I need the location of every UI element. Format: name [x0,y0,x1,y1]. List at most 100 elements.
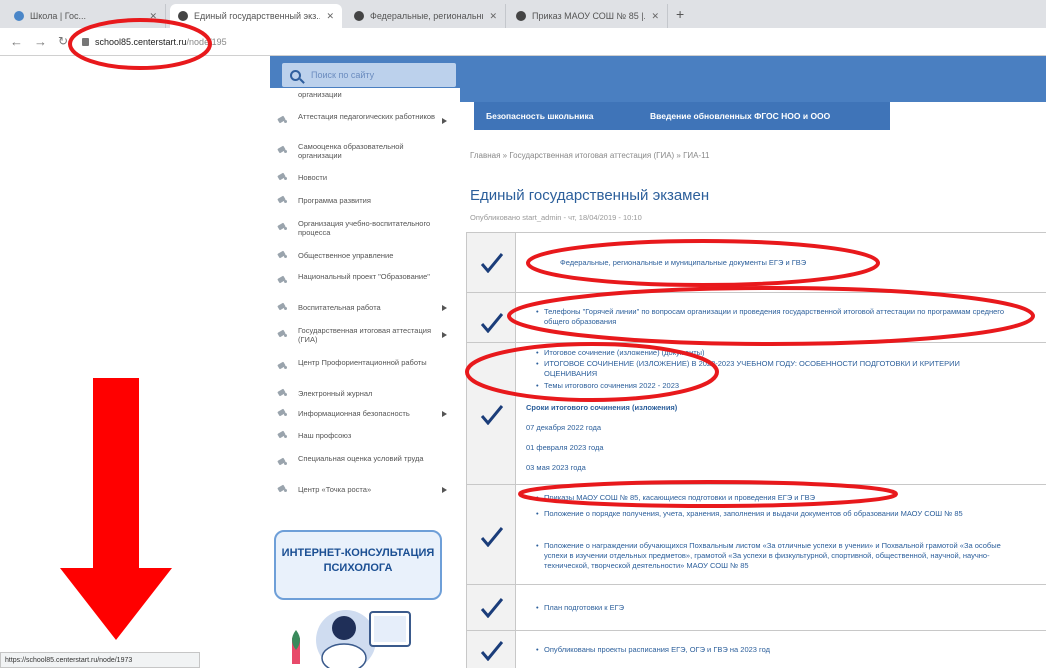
checkmark-icon [481,527,503,547]
sidebar-item-label: Самооценка образовательной организации [298,142,404,160]
sidebar-item-label: Электронный журнал [298,389,373,398]
favicon-icon [178,11,188,21]
sidebar-item-label: Информационная безопасность [298,409,410,418]
checkmark-icon [481,313,503,333]
sidebar-item-label: Государственная итоговая аттестация (ГИА… [298,326,432,344]
checkmark-icon [481,405,503,425]
sidebar-item[interactable]: Электронный журнал [270,386,460,402]
document-link[interactable]: Опубликованы проекты расписания ЕГЭ, ОГЭ… [536,645,1024,655]
browser-tab-active[interactable]: Единый государственный экз... ✕ [170,4,342,28]
publish-meta: Опубликовано start_admin - чт, 18/04/201… [470,213,642,222]
browser-tab[interactable]: Школа | Гос... ✕ [6,4,166,28]
tab-title: Единый государственный экз... [194,11,321,21]
wrench-icon [278,146,290,155]
close-icon[interactable]: ✕ [149,11,157,22]
sidebar-item-label: Национальный проект "Образование" [298,272,430,281]
page-title: Единый государственный экзамен [470,187,710,204]
close-icon[interactable]: ✕ [326,11,334,22]
back-button[interactable]: ← [10,34,23,49]
sidebar-item[interactable]: Наш профсоюз [270,428,460,444]
sidebar-item-label: Организация учебно-воспитательного проце… [298,219,431,237]
document-link[interactable]: Положение о порядке получения, учета, хр… [536,509,1024,519]
check-cell [466,585,516,630]
nav-item-fgos[interactable]: Введение обновленных ФГОС НОО и ООО [650,102,830,130]
sidebar-item[interactable]: Воспитательная работа [270,300,460,316]
check-cell [466,631,516,668]
document-link[interactable]: План подготовки к ЕГЭ [536,603,1024,613]
document-link[interactable]: Положение о награждении обучающихся Похв… [536,541,1024,571]
sidebar-item[interactable]: Центр «Точка роста» [270,482,460,498]
wrench-icon [278,389,290,398]
sidebar-item[interactable]: Программа развития [270,193,460,209]
banner-line: ПСИХОЛОГА [323,561,393,574]
sidebar-item-label: Центр «Точка роста» [298,485,372,494]
sidebar-item-label: Наш профсоюз [298,431,352,440]
sidebar-item[interactable]: Центр Профориентационной работы [270,354,460,380]
document-link[interactable]: Темы итогового сочинения 2022 - 2023 [536,381,1024,391]
document-link[interactable]: Телефоны "Горячей линии" по вопросам орг… [536,307,1024,327]
chevron-right-icon [442,411,447,417]
sidebar-item[interactable]: Специальная оценка условий труда [270,450,460,476]
wrench-icon [278,173,290,182]
sidebar-item[interactable]: Аттестация педагогических работников [270,108,460,134]
search-input[interactable]: Поиск по сайту [282,63,456,87]
check-cell [466,485,516,584]
favicon-icon [14,11,24,21]
row-content: Опубликованы проекты расписания ЕГЭ, ОГЭ… [516,631,1046,668]
page-margin [0,56,270,102]
row-content: Федеральные, региональные и муниципальны… [516,233,1046,292]
lock-icon [82,38,89,46]
close-icon[interactable]: ✕ [489,11,497,22]
sidebar-item[interactable]: Общественное управление [270,248,460,264]
document-link[interactable]: ИТОГОВОЕ СОЧИНЕНИЕ (ИЗЛОЖЕНИЕ) В 2022-20… [536,359,984,379]
sidebar-item[interactable]: Самооценка образовательной организации [270,138,460,164]
top-navigation: Безопасность школьника Введение обновлен… [474,102,890,130]
new-tab-button[interactable]: + [676,6,684,22]
check-cell [466,343,516,484]
screenshot-root: Школа | Гос... ✕ Единый государственный … [0,0,1046,668]
chevron-right-icon [442,487,447,493]
nav-item-safety[interactable]: Безопасность школьника [486,102,594,130]
status-bar-url: https://school85.centerstart.ru/node/197… [0,652,200,668]
sidebar-item[interactable]: Национальный проект "Образование" [270,268,460,294]
tab-title: Школа | Гос... [30,11,86,21]
sidebar-item[interactable]: организации [270,90,460,102]
sidebar-item[interactable]: Новости [270,170,460,186]
sidebar-item-label: Центр Профориентационной работы [298,358,427,367]
wrench-icon [278,458,290,467]
down-arrow-icon [60,378,172,640]
banner-line: ИНТЕРНЕТ-КОНСУЛЬТАЦИЯ [281,547,435,559]
forward-button[interactable]: → [34,34,47,49]
sidebar-item[interactable]: Государственная итоговая аттестация (ГИА… [270,322,460,348]
search-icon [290,69,301,81]
psychologist-consult-banner[interactable]: ИНТЕРНЕТ-КОНСУЛЬТАЦИЯ ПСИХОЛОГА [274,530,442,600]
breadcrumb[interactable]: Главная » Государственная итоговая аттес… [470,151,709,160]
tab-title: Приказ МАОУ СОШ № 85 |... [532,11,646,21]
favicon-icon [516,11,526,21]
wrench-icon [278,409,290,418]
url-path: /node/195 [186,37,227,47]
document-link[interactable]: Приказы МАОУ СОШ № 85, касающиеся подгот… [536,493,1024,503]
document-link[interactable]: Федеральные, региональные и муниципальны… [560,258,980,268]
browser-tab[interactable]: Приказ МАОУ СОШ № 85 |... ✕ [508,4,668,28]
row-content: Итоговое сочинение (изложение) (документ… [516,343,1046,484]
checkmark-icon [481,641,503,661]
sidebar-item[interactable]: Информационная безопасность [270,406,460,422]
close-icon[interactable]: ✕ [651,11,659,22]
sidebar-item-label: Общественное управление [298,251,394,260]
sidebar-item-label: организации [298,90,342,99]
sidebar-item-label: Аттестация педагогических работников [298,112,436,121]
wrench-icon [278,223,290,232]
url-field[interactable]: school85.centerstart.ru /node/195 [82,33,602,51]
chevron-right-icon [442,305,447,311]
wrench-icon [278,362,290,371]
table-row: Федеральные, региональные и муниципальны… [466,233,1046,293]
url-host: school85.centerstart.ru [95,37,187,47]
sidebar-item[interactable]: Организация учебно-воспитательного проце… [270,215,460,241]
browser-tab[interactable]: Федеральные, региональные и... ✕ [346,4,506,28]
reload-icon[interactable]: ↻ [58,34,68,48]
dates-heading: Сроки итогового сочинения (изложения) [526,403,678,412]
favicon-icon [354,11,364,21]
document-link[interactable]: Итоговое сочинение (изложение) (документ… [536,348,1024,358]
checkmark-icon [481,253,503,273]
